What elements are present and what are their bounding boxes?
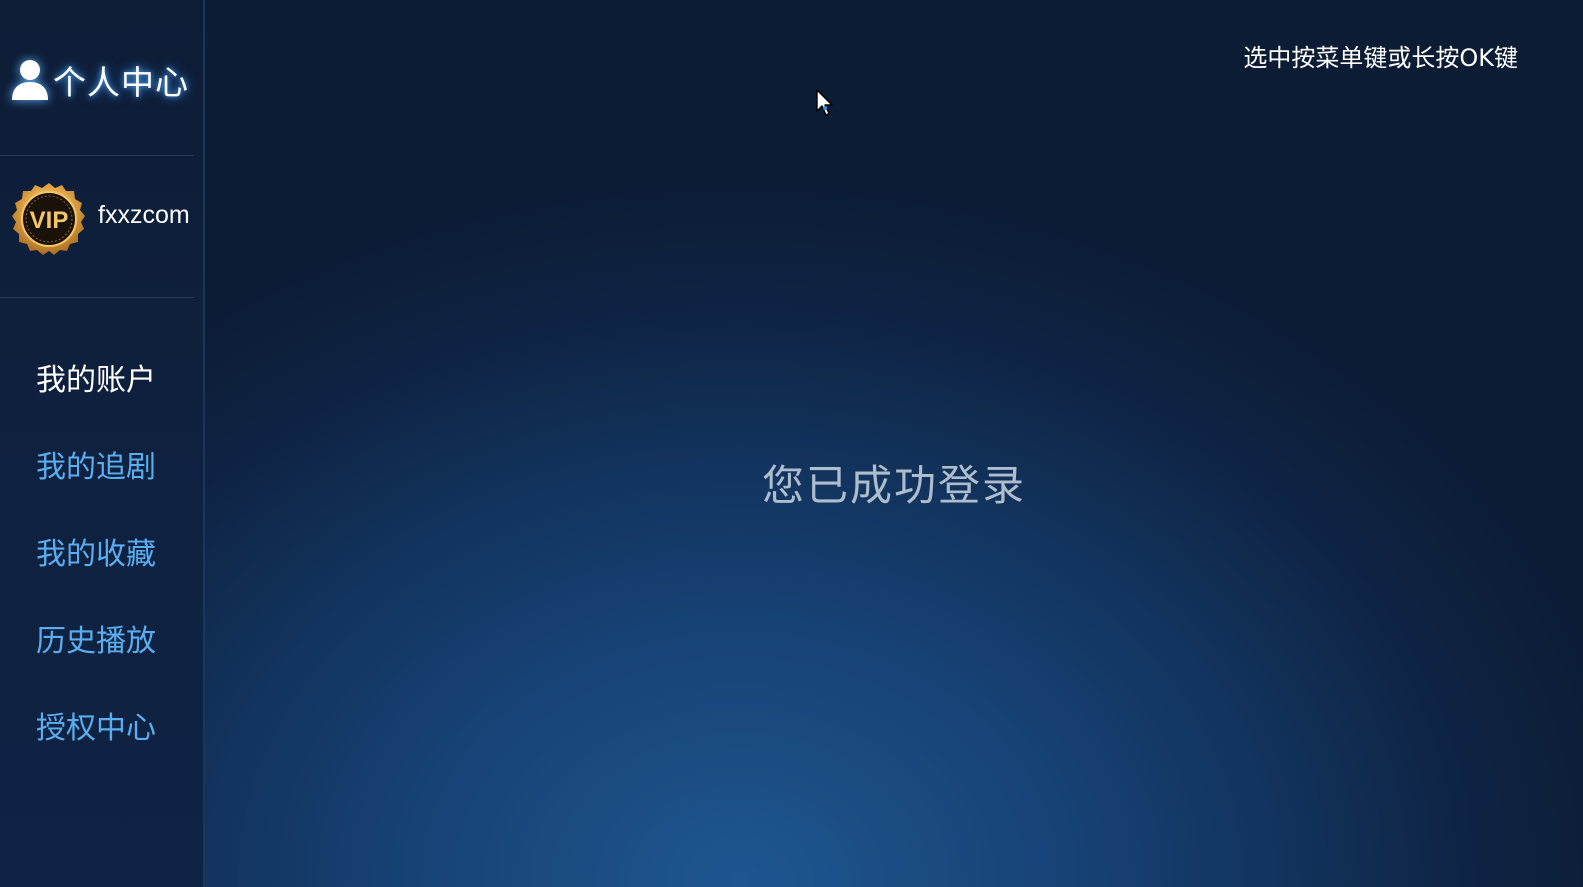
menu-key-hint: 选中按菜单键或长按OK键 xyxy=(1243,44,1518,72)
page-title: 个人中心 xyxy=(53,63,189,102)
mouse-pointer-icon xyxy=(816,89,833,116)
sidebar-menu: 我的账户 我的追剧 我的收藏 历史播放 授权中心 xyxy=(36,352,156,787)
user-icon xyxy=(12,60,48,100)
menu-item-history[interactable]: 历史播放 xyxy=(36,613,156,700)
personal-center-header: 个人中心 xyxy=(10,56,189,104)
sidebar: 个人中心 VIP fxxzcom 我的账户 我的追剧 我的收藏 历史播放 授权中… xyxy=(0,0,205,887)
menu-item-my-series[interactable]: 我的追剧 xyxy=(36,439,156,526)
menu-item-my-favorites[interactable]: 我的收藏 xyxy=(36,526,156,613)
divider xyxy=(0,297,194,298)
vip-badge-label: VIP xyxy=(30,207,69,234)
username: fxxzcom xyxy=(98,200,190,229)
menu-item-my-account[interactable]: 我的账户 xyxy=(36,352,156,439)
user-profile: VIP fxxzcom xyxy=(12,182,190,256)
menu-item-authorization-center[interactable]: 授权中心 xyxy=(36,700,156,787)
divider xyxy=(0,155,194,156)
login-success-message: 您已成功登录 xyxy=(761,461,1026,510)
vip-badge-icon: VIP xyxy=(12,183,85,255)
